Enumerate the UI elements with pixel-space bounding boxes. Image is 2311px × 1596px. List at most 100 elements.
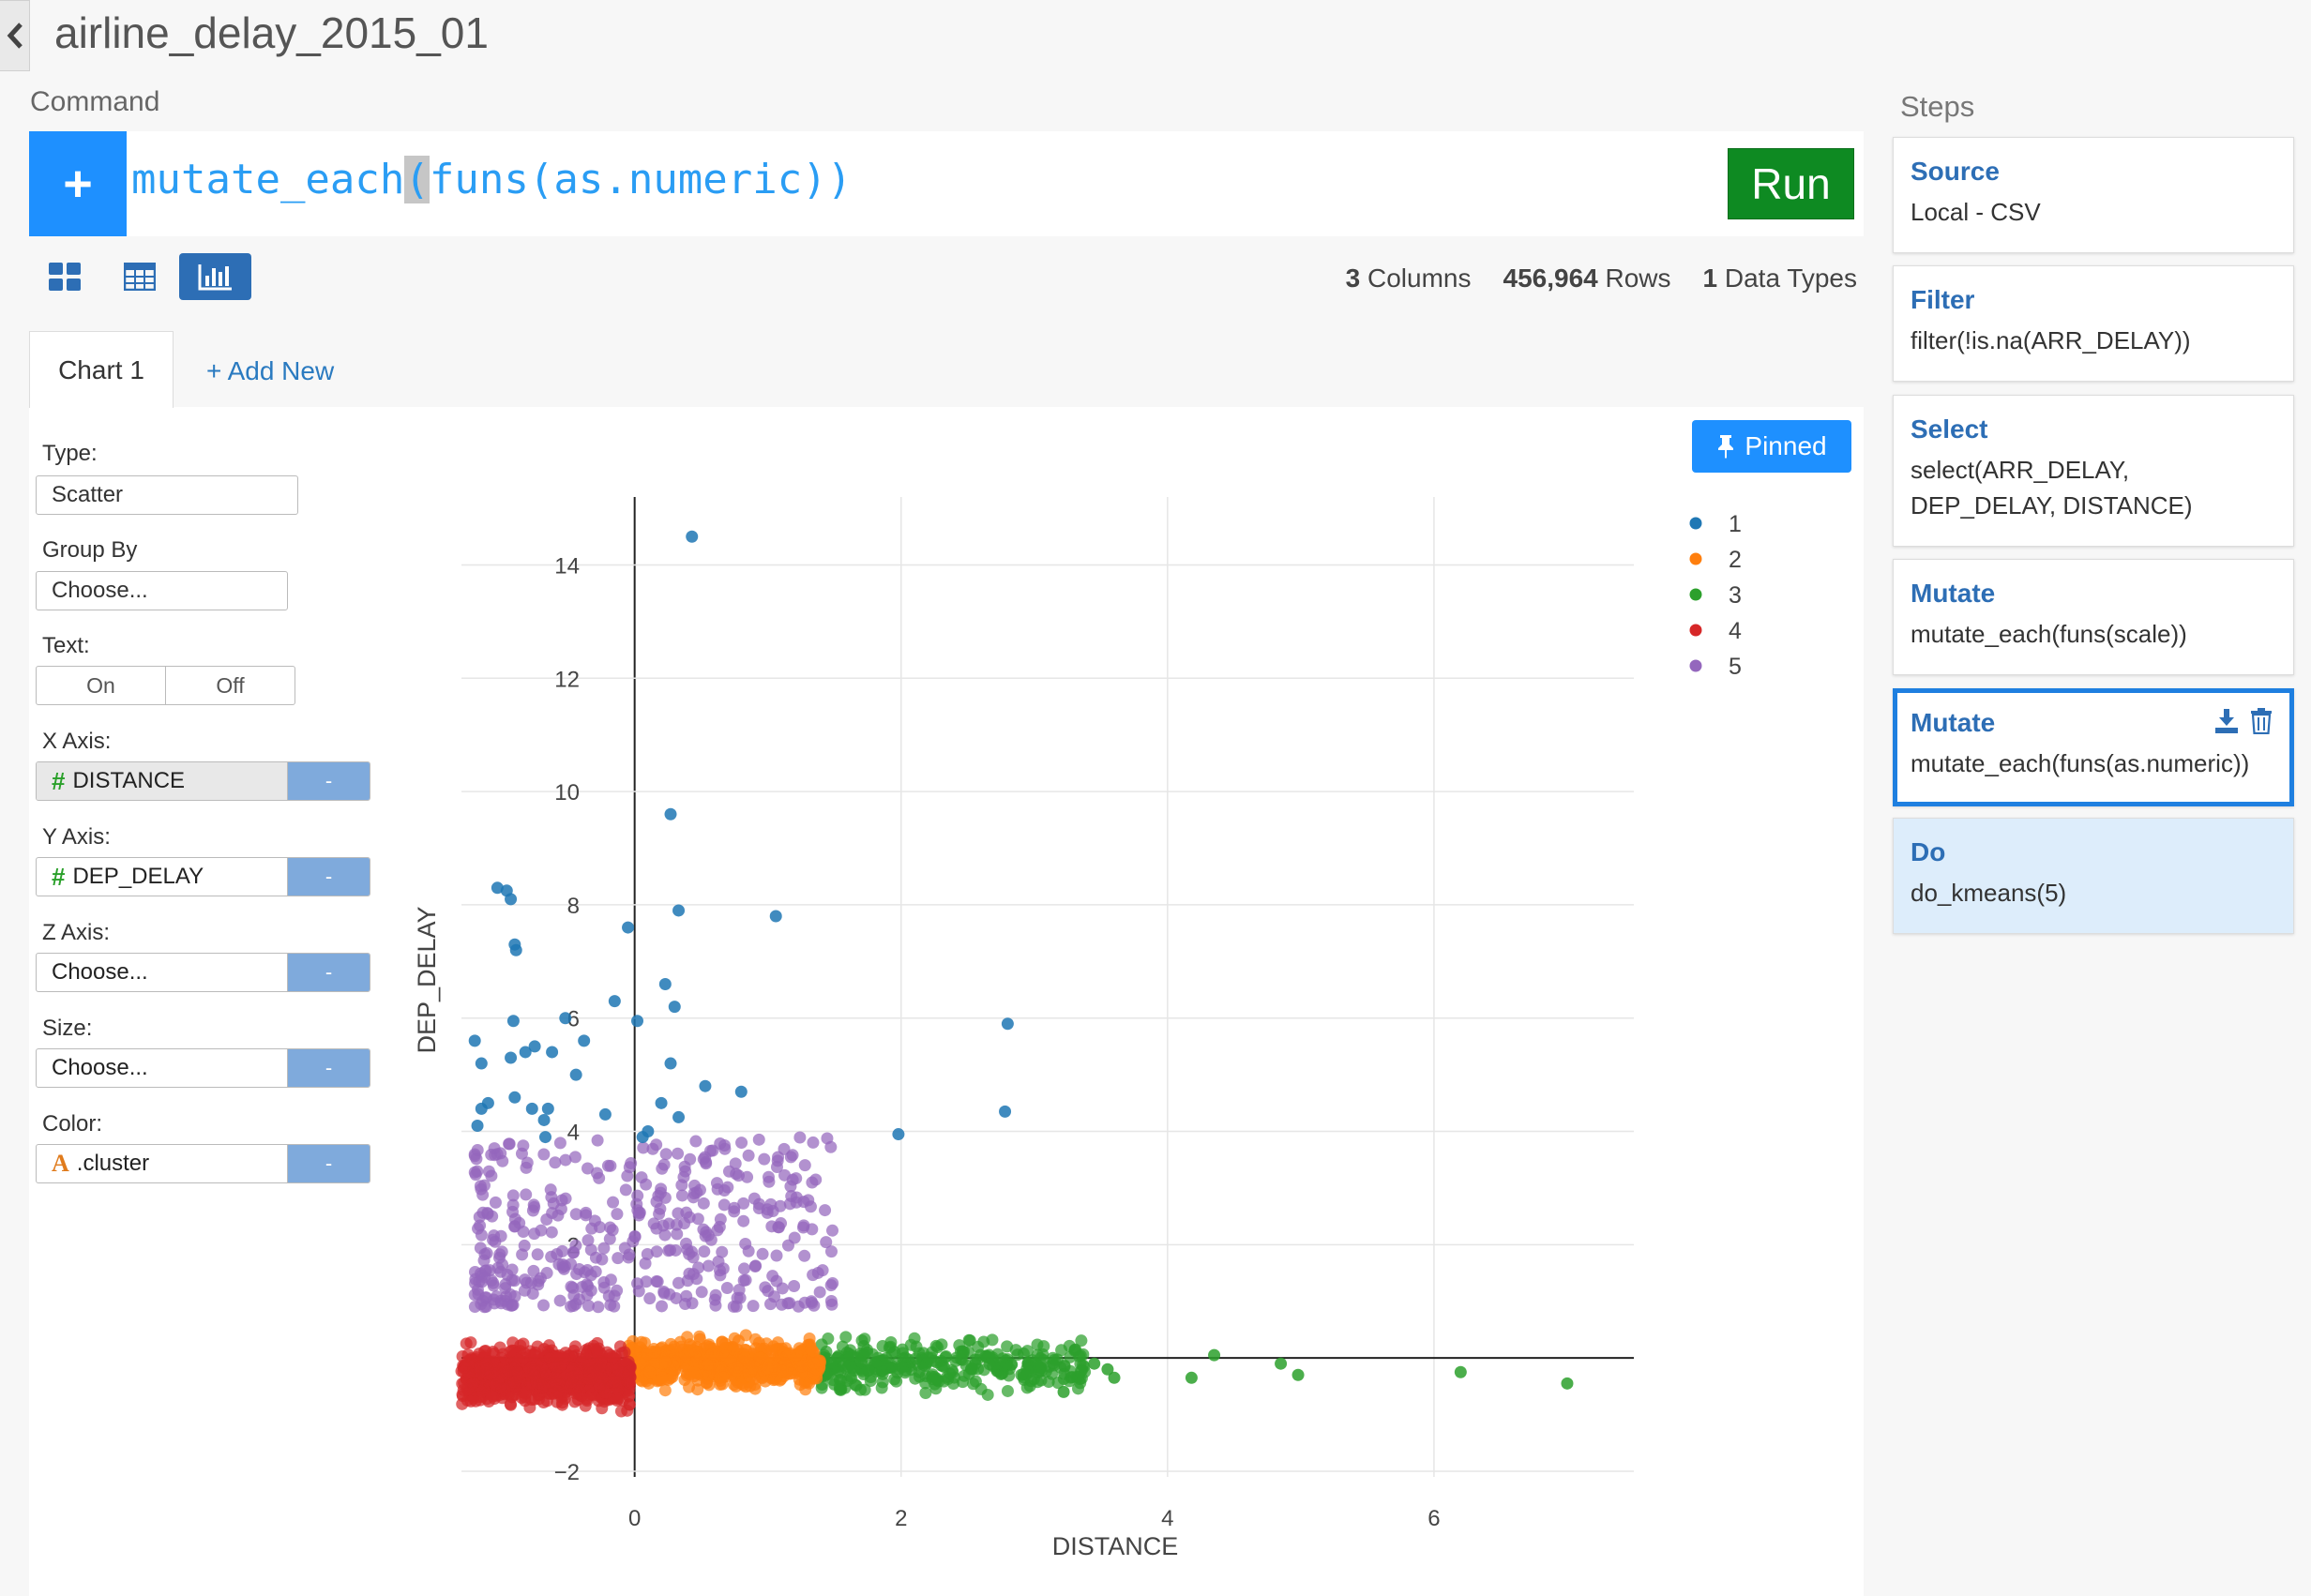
cluster-5-point	[608, 1300, 621, 1313]
cluster-4-point	[586, 1373, 599, 1386]
step-title: Mutate	[1911, 579, 1996, 608]
cluster-5-point	[656, 1300, 669, 1313]
cluster-5-point	[597, 1242, 611, 1255]
cluster-5-point	[824, 1279, 838, 1292]
z-axis-remove-button[interactable]: -	[288, 954, 370, 991]
download-icon[interactable]	[2214, 708, 2239, 734]
x-axis-select[interactable]: # DISTANCE	[37, 762, 288, 800]
cluster-5-point	[697, 1197, 710, 1210]
cluster-5-point	[493, 1248, 506, 1261]
step-do[interactable]: Do do_kmeans(5)	[1893, 818, 2294, 934]
cluster-5-point	[553, 1137, 566, 1150]
add-chart-tab[interactable]: + Add New	[206, 356, 334, 386]
step-filter[interactable]: Filter filter(!is.na(ARR_DELAY))	[1893, 265, 2294, 382]
step-select[interactable]: Select select(ARR_DELAY, DEP_DELAY, DIST…	[1893, 395, 2294, 547]
cluster-1-point	[892, 1128, 905, 1141]
pinned-button[interactable]: Pinned	[1692, 420, 1851, 473]
color-select[interactable]: A .cluster	[37, 1145, 288, 1182]
cluster-5-point	[749, 1259, 763, 1272]
back-button[interactable]	[0, 0, 30, 71]
cluster-5-point	[786, 1149, 799, 1162]
cluster-5-point	[537, 1299, 551, 1312]
text-on-button[interactable]: On	[37, 667, 166, 704]
cluster-5-point	[641, 1248, 654, 1261]
cluster-5-point	[772, 1221, 785, 1234]
scatter-chart[interactable]: 0246−202468101214 12345 DISTANCE DEP_DEL…	[394, 478, 1857, 1585]
cluster-5-point	[566, 1246, 580, 1259]
cluster-5-point	[569, 1298, 582, 1311]
cluster-5-point	[537, 1148, 551, 1161]
cluster-5-point	[482, 1165, 495, 1178]
cluster-1-point	[672, 904, 686, 917]
step-mutate-numeric[interactable]: Mutate mutate_each(funs(as.numeric))	[1893, 688, 2294, 806]
cluster-5-point	[612, 1252, 625, 1265]
cluster-3-point	[935, 1338, 948, 1351]
legend-label: 3	[1729, 582, 1742, 609]
legend-marker	[1689, 659, 1702, 672]
cluster-5-point	[517, 1139, 530, 1152]
cluster-3-point	[876, 1376, 889, 1389]
cluster-5-point	[635, 1171, 648, 1184]
legend-marker	[1689, 624, 1702, 637]
y-axis-remove-button[interactable]: -	[288, 858, 370, 896]
cluster-2-point	[776, 1364, 789, 1378]
cluster-2-point	[719, 1342, 733, 1355]
cluster-1-point	[668, 1001, 681, 1014]
chart-type-select[interactable]: Scatter	[36, 475, 298, 515]
cluster-3-point	[974, 1382, 988, 1395]
columns-count: 3	[1345, 263, 1361, 293]
text-off-button[interactable]: Off	[166, 667, 295, 704]
color-value: .cluster	[76, 1151, 150, 1176]
step-source[interactable]: Source Local - CSV	[1893, 137, 2294, 253]
cluster-5-point	[569, 1208, 582, 1221]
command-input[interactable]: mutate_each(funs(as.numeric))	[131, 156, 852, 203]
y-axis-title: DEP_DELAY	[413, 906, 441, 1053]
cluster-1-point	[622, 921, 635, 934]
cluster-3-point	[822, 1333, 835, 1346]
cluster-5-point	[623, 1248, 636, 1261]
add-command-button[interactable]: +	[29, 131, 127, 236]
z-axis-select[interactable]: Choose...	[37, 954, 288, 991]
size-remove-button[interactable]: -	[288, 1049, 370, 1087]
y-axis-select[interactable]: # DEP_DELAY	[37, 858, 288, 896]
cluster-1-point	[686, 530, 699, 543]
size-select[interactable]: Choose...	[37, 1049, 288, 1087]
run-button[interactable]: Run	[1728, 148, 1854, 219]
y-tick-label: 10	[554, 780, 580, 806]
trash-icon[interactable]	[2250, 708, 2273, 734]
chart-view-button[interactable]	[179, 253, 251, 300]
cluster-5-point	[678, 1217, 691, 1230]
cluster-1-point	[598, 1107, 612, 1121]
cluster-1-point	[559, 1012, 572, 1025]
summary-view-button[interactable]	[40, 253, 89, 300]
cluster-3-point	[1561, 1377, 1574, 1390]
cluster-2-point	[628, 1344, 642, 1357]
group-by-select[interactable]: Choose...	[36, 571, 288, 610]
cluster-5-point	[677, 1170, 690, 1183]
cluster-3-point	[997, 1359, 1010, 1372]
step-desc: mutate_each(funs(scale))	[1911, 620, 2187, 648]
cluster-5-point	[476, 1206, 490, 1219]
cluster-5-point	[480, 1291, 493, 1304]
tab-chart-1[interactable]: Chart 1	[29, 331, 174, 408]
dataset-title: airline_delay_2015_01	[54, 8, 489, 57]
cluster-4-point	[612, 1383, 625, 1396]
legend-label: 5	[1729, 654, 1742, 680]
table-view-button[interactable]	[115, 253, 164, 300]
command-text-before: mutate_each	[131, 156, 405, 203]
command-label: Command	[30, 86, 160, 117]
step-mutate-scale[interactable]: Mutate mutate_each(funs(scale))	[1893, 559, 2294, 675]
cluster-4-point	[473, 1391, 486, 1404]
cluster-5-point	[742, 1149, 755, 1162]
x-axis-field: # DISTANCE -	[36, 761, 370, 801]
color-remove-button[interactable]: -	[288, 1145, 370, 1182]
cluster-3-point	[1088, 1357, 1101, 1370]
cluster-5-point	[551, 1247, 564, 1260]
cluster-3-point	[1275, 1357, 1288, 1370]
x-axis-remove-button[interactable]: -	[288, 762, 370, 800]
legend-label: 4	[1729, 618, 1742, 644]
cluster-1-point	[655, 1096, 668, 1109]
cluster-5-point	[735, 1137, 748, 1150]
cluster-5-point	[596, 1253, 609, 1266]
chart-legend[interactable]: 1 2 3 4 5	[1689, 511, 1743, 680]
